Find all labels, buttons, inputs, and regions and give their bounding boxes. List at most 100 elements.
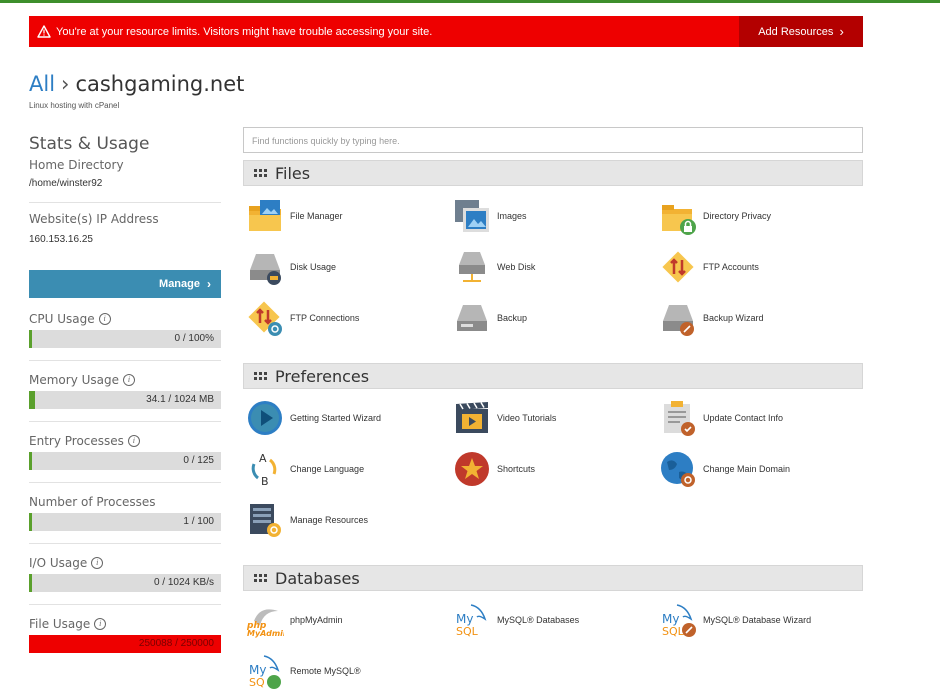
section-header-databases[interactable]: Databases xyxy=(243,565,863,591)
ip-address-label: Website(s) IP Address xyxy=(29,212,159,226)
info-icon[interactable]: i xyxy=(91,557,104,569)
tool-label: Backup xyxy=(497,313,528,323)
tool-label: Getting Started Wizard xyxy=(290,413,382,423)
tool-label: Change Language xyxy=(290,464,365,474)
metric-entry-processes: Entry Processes i 0 / 125 xyxy=(29,434,221,483)
info-icon[interactable]: i xyxy=(94,618,107,630)
tool-label: FTP Accounts xyxy=(703,262,759,272)
web-disk-icon xyxy=(453,248,491,286)
metric-memory-usage: Memory Usage i 34.1 / 1024 MB xyxy=(29,373,221,422)
svg-text:MyAdmin: MyAdmin xyxy=(247,629,284,638)
section-header-preferences[interactable]: Preferences xyxy=(243,363,863,389)
tool-remote-mysql[interactable]: My SQ Remote MySQL® xyxy=(246,651,446,691)
usage-value: 250088 / 250000 xyxy=(138,638,214,649)
svg-text:My: My xyxy=(249,663,266,677)
tool-label: phpMyAdmin xyxy=(290,615,343,625)
info-icon[interactable]: i xyxy=(127,435,140,447)
svg-text:B: B xyxy=(261,475,269,488)
metric-cpu-usage: CPU Usage i 0 / 100% xyxy=(29,312,221,361)
tool-change-language[interactable]: A B Change Language xyxy=(246,449,446,489)
divider xyxy=(29,604,221,605)
section-header-files[interactable]: Files xyxy=(243,160,863,186)
breadcrumb: All › cashgaming.net xyxy=(29,72,244,96)
ftp-connections-icon xyxy=(246,299,284,337)
tool-getting-started-wizard[interactable]: Getting Started Wizard xyxy=(246,398,446,438)
chevron-right-icon: › xyxy=(207,277,211,291)
usage-metrics: CPU Usage i 0 / 100% Memory Usage i 34.1 / 10… xyxy=(29,312,221,653)
tool-backup-wizard[interactable]: Backup Wizard xyxy=(659,298,859,338)
usage-bar-fill xyxy=(29,330,32,348)
stats-title: Stats & Usage xyxy=(29,134,150,154)
tool-manage-resources[interactable]: Manage Resources xyxy=(246,500,446,540)
drag-handle-icon[interactable] xyxy=(254,372,267,380)
metric-name: Memory Usage xyxy=(29,373,120,387)
tool-label: Web Disk xyxy=(497,262,536,272)
metric-number-of-processes: Number of Processes 1 / 100 xyxy=(29,495,221,544)
usage-bar-fill xyxy=(29,574,32,592)
resource-limit-alert: You're at your resource limits. Visitors… xyxy=(29,16,863,47)
tool-backup[interactable]: Backup xyxy=(453,298,653,338)
usage-bar: 0 / 100% xyxy=(29,330,221,348)
metric-name: CPU Usage xyxy=(29,312,95,326)
svg-text:SQL: SQL xyxy=(662,625,685,638)
contact-info-icon xyxy=(659,399,697,437)
usage-bar-fill xyxy=(29,391,36,409)
usage-bar-fill xyxy=(29,452,32,470)
ftp-accounts-icon xyxy=(659,248,697,286)
alert-message: You're at your resource limits. Visitors… xyxy=(56,25,433,38)
usage-value: 34.1 / 1024 MB xyxy=(146,394,214,405)
phpmyadmin-icon: phpMyAdmin xyxy=(246,601,289,639)
tool-update-contact-info[interactable]: Update Contact Info xyxy=(659,398,859,438)
tool-web-disk[interactable]: Web Disk xyxy=(453,247,653,287)
stats-sidebar: Stats & Usage Home Directory /home/winst… xyxy=(29,134,221,653)
function-search-input[interactable]: Find functions quickly by typing here. xyxy=(243,127,863,153)
tool-shortcuts[interactable]: Shortcuts xyxy=(453,449,653,489)
usage-value: 0 / 1024 KB/s xyxy=(153,577,214,588)
tool-mysql-databases[interactable]: My SQL MySQL® Databases xyxy=(453,600,653,640)
metric-i-o-usage: I/O Usage i 0 / 1024 KB/s xyxy=(29,556,221,605)
home-directory-label: Home Directory xyxy=(29,158,124,172)
backup-wizard-icon xyxy=(659,299,697,337)
tool-label: Remote MySQL® xyxy=(290,666,361,676)
tool-ftp-accounts[interactable]: FTP Accounts xyxy=(659,247,859,287)
add-resources-label: Add Resources xyxy=(758,25,834,38)
tool-disk-usage[interactable]: Disk Usage xyxy=(246,247,446,287)
add-resources-button[interactable]: Add Resources › xyxy=(739,16,863,47)
drag-handle-icon[interactable] xyxy=(254,574,267,582)
usage-bar-fill xyxy=(29,513,32,531)
usage-bar: 0 / 125 xyxy=(29,452,221,470)
video-tutorials-icon xyxy=(453,399,491,437)
info-icon[interactable]: i xyxy=(98,313,111,325)
section-title-databases: Databases xyxy=(275,568,360,588)
tool-phpmyadmin[interactable]: phpMyAdminphpMyAdmin xyxy=(246,600,446,640)
usage-value: 0 / 100% xyxy=(174,333,214,344)
mysql-icon: My SQL xyxy=(453,601,491,639)
breadcrumb-all-link[interactable]: All xyxy=(29,72,55,96)
usage-bar: 0 / 1024 KB/s xyxy=(29,574,221,592)
metric-label: I/O Usage i xyxy=(29,556,221,570)
tool-label: Images xyxy=(497,211,527,221)
page-title: cashgaming.net xyxy=(75,72,245,96)
tool-change-main-domain[interactable]: Change Main Domain xyxy=(659,449,859,489)
divider xyxy=(29,360,221,361)
images-icon xyxy=(453,197,491,235)
metric-name: File Usage xyxy=(29,617,91,631)
tool-label: Update Contact Info xyxy=(703,413,784,423)
tool-video-tutorials[interactable]: Video Tutorials xyxy=(453,398,653,438)
tool-images[interactable]: Images xyxy=(453,196,653,236)
top-accent-line xyxy=(0,0,940,3)
tool-file-manager[interactable]: File Manager xyxy=(246,196,446,236)
tool-mysql-database-wizard[interactable]: My SQL MySQL® Database Wizard xyxy=(659,600,859,640)
tool-label: File Manager xyxy=(290,211,343,221)
info-icon[interactable]: i xyxy=(123,374,136,386)
tool-ftp-connections[interactable]: FTP Connections xyxy=(246,298,446,338)
drag-handle-icon[interactable] xyxy=(254,169,267,177)
divider xyxy=(29,543,221,544)
tool-directory-privacy[interactable]: Directory Privacy xyxy=(659,196,859,236)
ip-address-value: 160.153.16.25 xyxy=(29,234,93,245)
tool-label: FTP Connections xyxy=(290,313,360,323)
manage-button[interactable]: Manage › xyxy=(29,270,221,298)
hosting-subtitle: Linux hosting with cPanel xyxy=(29,101,120,110)
tool-label: Disk Usage xyxy=(290,262,337,272)
usage-value: 0 / 125 xyxy=(183,455,214,466)
